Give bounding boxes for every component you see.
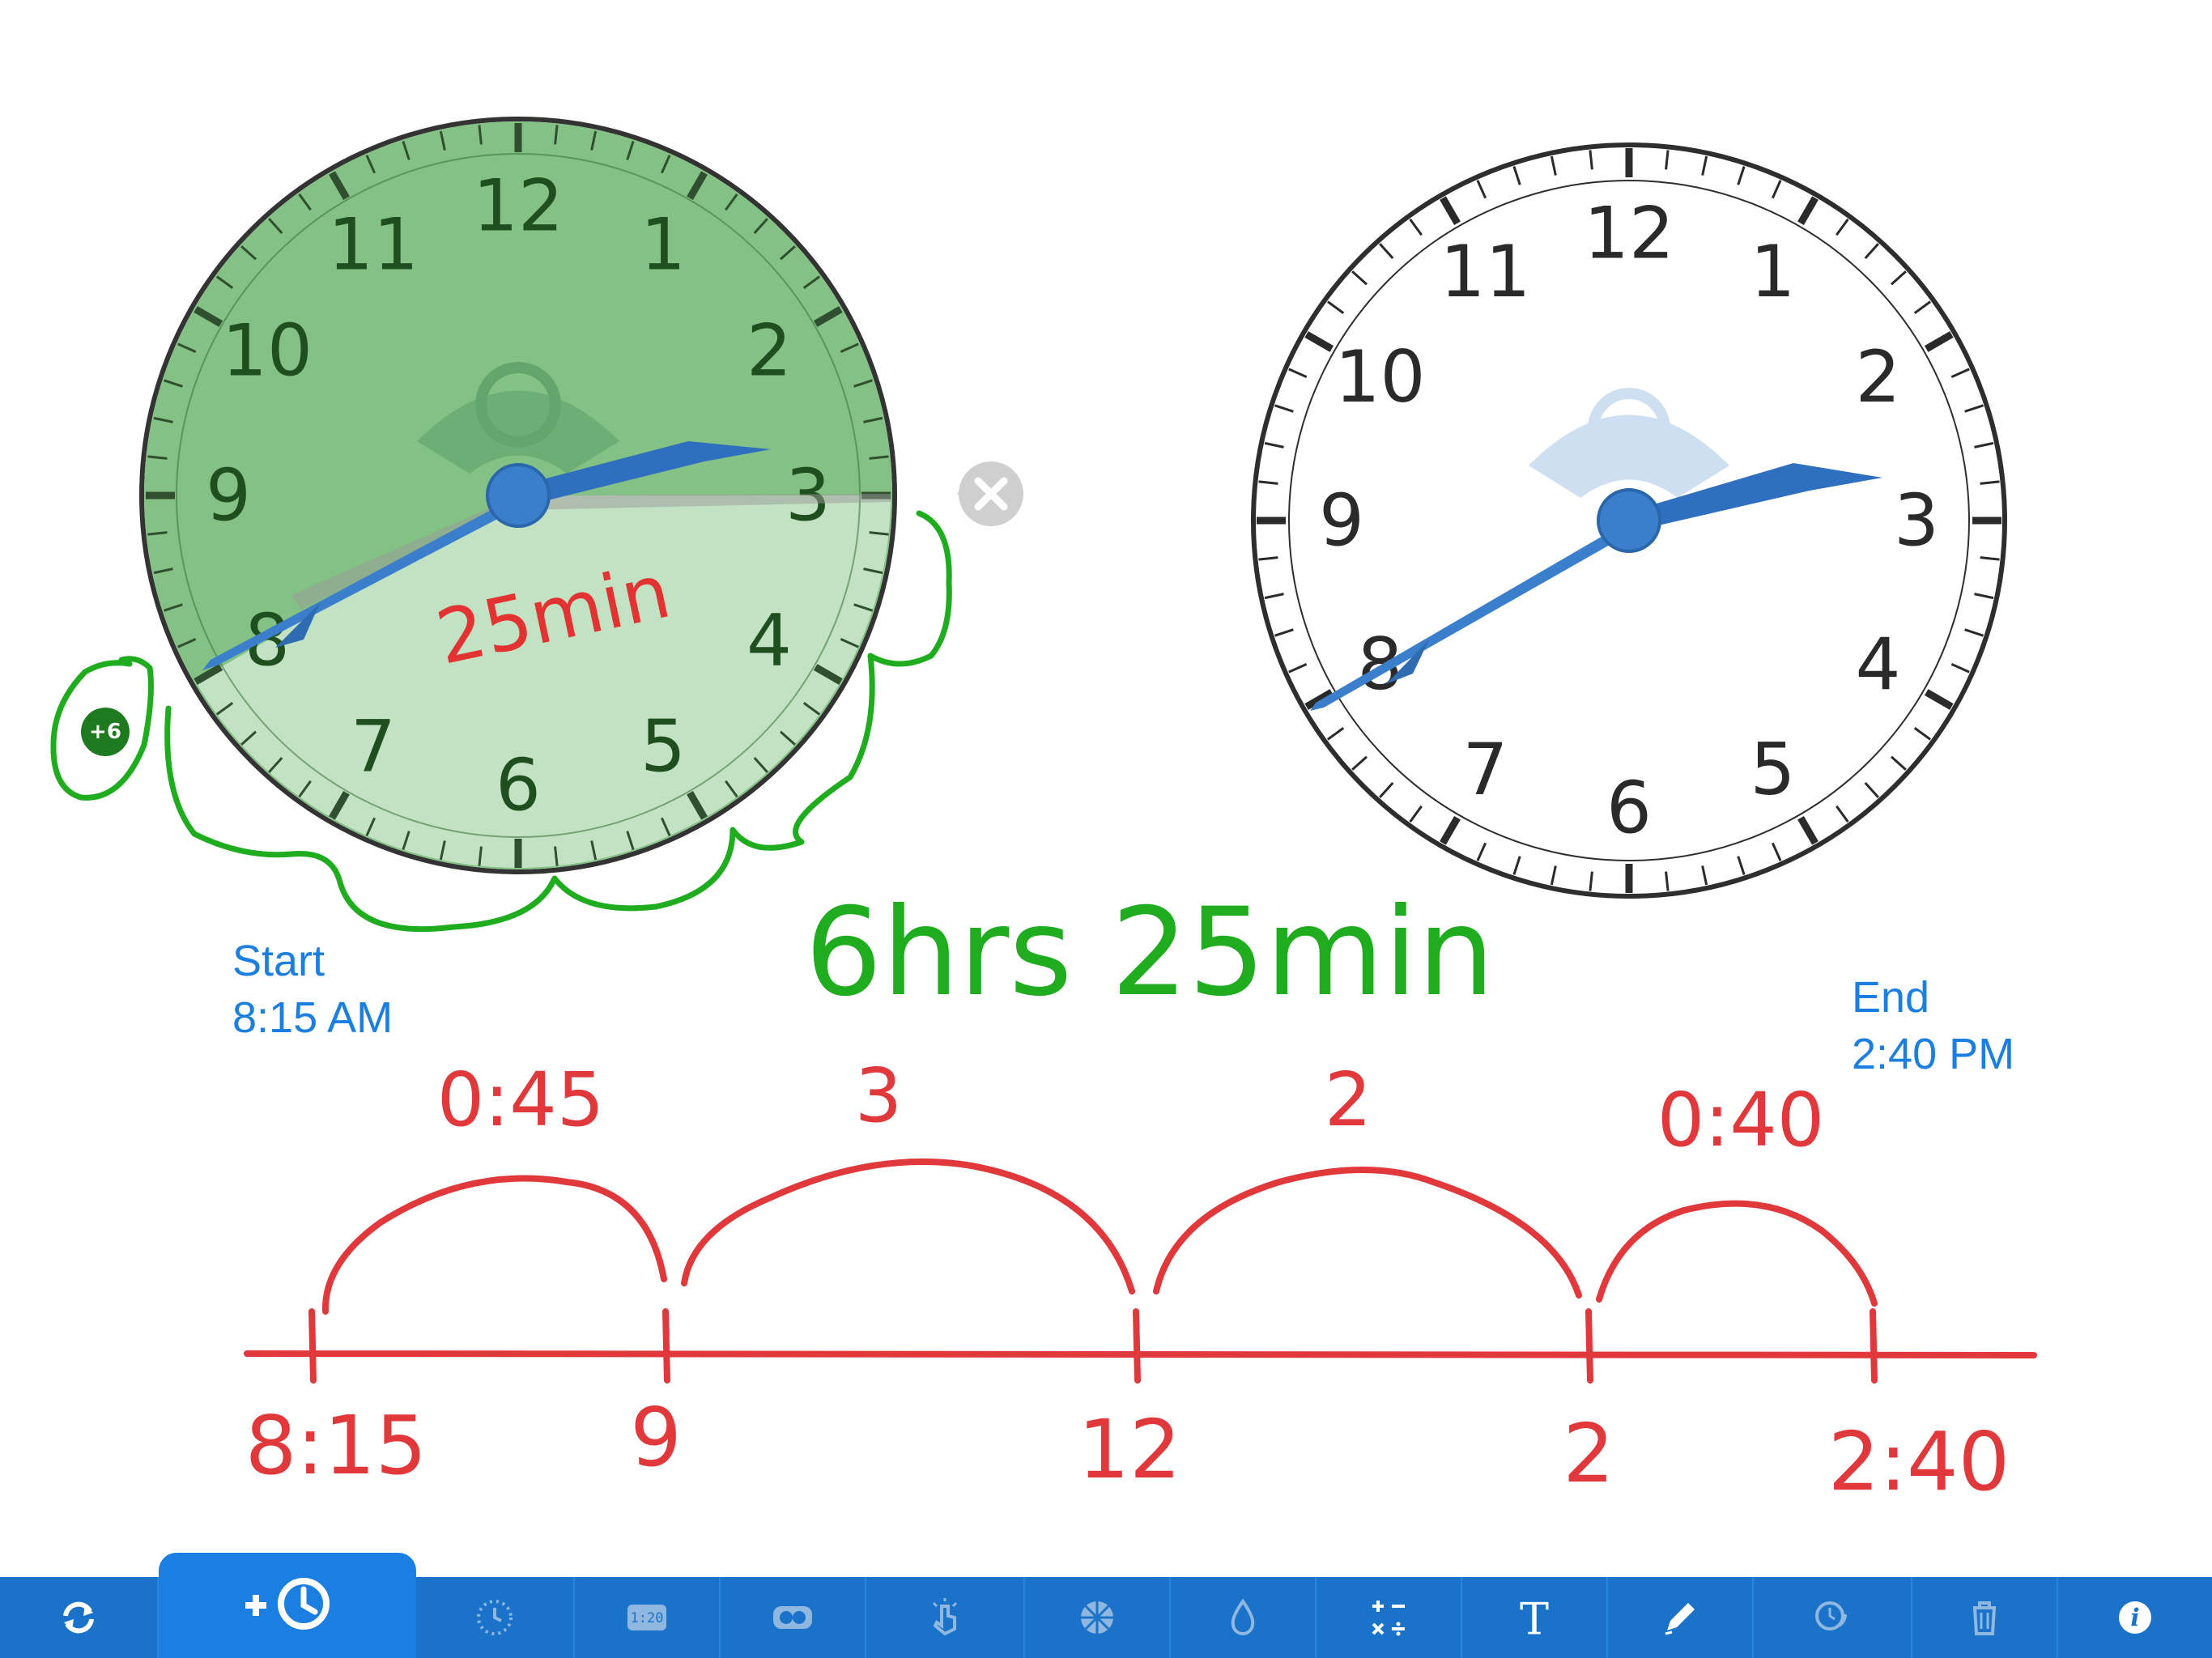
gesture-button[interactable] <box>866 1577 1025 1658</box>
jump-label: 2 <box>1325 1056 1372 1143</box>
clock-number: 1 <box>1750 230 1796 313</box>
clock-number: 6 <box>1606 767 1652 850</box>
hour-offset-badge[interactable]: +6 <box>81 708 130 756</box>
number-line-tick <box>1585 1308 1593 1384</box>
digital-clock-button[interactable]: 1:20 <box>575 1577 721 1658</box>
total-elapsed-label: 6hrs 25min <box>805 882 1495 1023</box>
svg-text:i: i <box>2130 1605 2139 1633</box>
end-title: End <box>1852 973 1930 1022</box>
clock-number: 1 <box>640 202 686 286</box>
clock-dotted-icon <box>477 1600 513 1635</box>
number-line-tick <box>1870 1308 1878 1384</box>
svg-text:1:20: 1:20 <box>631 1610 664 1626</box>
jump-label: 3 <box>855 1052 903 1139</box>
info-button[interactable]: i <box>2058 1577 2212 1658</box>
number-line-tick <box>662 1308 670 1384</box>
operations-button[interactable] <box>1317 1577 1462 1658</box>
hand-pivot <box>486 463 551 528</box>
clock-number: 9 <box>1319 479 1364 563</box>
clock-number: 6 <box>496 744 541 827</box>
pen-icon <box>1665 1603 1695 1635</box>
start-label: Start 8:15 AM <box>232 933 393 1046</box>
info-icon: i <box>2119 1601 2151 1634</box>
number-line-tick <box>1133 1308 1141 1384</box>
clock-number: 4 <box>1855 623 1900 706</box>
svg-text:T: T <box>1520 1594 1549 1643</box>
refresh-button[interactable] <box>0 1577 159 1658</box>
clock-number: 10 <box>1335 335 1426 419</box>
end-clock[interactable]: 12 1234567891011 <box>1251 142 2007 899</box>
pie-icon <box>1081 1601 1113 1634</box>
math-operators-icon <box>1372 1601 1405 1636</box>
end-label: End 2:40 PM <box>1852 969 2014 1082</box>
toggle-icon <box>773 1606 812 1629</box>
trash-icon <box>1973 1601 1996 1635</box>
tick-label: 12 <box>1078 1402 1180 1497</box>
text-tool-button[interactable]: T <box>1462 1577 1608 1658</box>
fraction-wheel-button[interactable] <box>1025 1577 1171 1658</box>
clock-number: 10 <box>222 309 313 393</box>
clock-number: 7 <box>351 705 396 789</box>
add-clock-icon <box>245 1578 330 1630</box>
start-title: Start <box>232 937 325 985</box>
clock-number: 11 <box>328 202 419 286</box>
clock-number: 3 <box>1894 479 1939 563</box>
start-time: 8:15 AM <box>232 993 393 1042</box>
tick-label: 2 <box>1563 1406 1614 1501</box>
pen-tool-button[interactable] <box>1608 1577 1754 1658</box>
jump-label: 0:40 <box>1657 1077 1825 1163</box>
tick-label: 8:15 <box>245 1398 428 1493</box>
workspace-canvas[interactable]: 121234567891011 +6 25min <box>0 0 2212 1658</box>
clock-face-button[interactable] <box>416 1577 575 1658</box>
elapsed-clock-icon <box>1815 1601 1848 1630</box>
text-icon: T <box>1520 1594 1549 1643</box>
number-line-tick <box>308 1308 317 1384</box>
clock-number: 4 <box>747 599 792 682</box>
droplet-icon <box>1231 1598 1255 1635</box>
clock-number: 2 <box>1855 335 1900 419</box>
number-line <box>244 1158 2037 1384</box>
elapsed-time-button[interactable] <box>1754 1577 1912 1658</box>
start-clock[interactable]: 121234567891011 +6 25min <box>81 117 1023 874</box>
tick-label: 2:40 <box>1828 1414 2010 1509</box>
clock-number: 2 <box>747 309 792 393</box>
hand-pivot <box>1597 488 1661 553</box>
toggle-button[interactable] <box>721 1577 866 1658</box>
add-clock-button[interactable] <box>159 1553 416 1658</box>
trash-button[interactable] <box>1912 1577 2058 1658</box>
clock-number: 5 <box>1750 728 1796 811</box>
refresh-icon <box>63 1601 94 1634</box>
jump-label: 0:45 <box>437 1056 605 1143</box>
clock-number: 7 <box>1463 728 1508 811</box>
clock-number: 11 <box>1440 230 1531 313</box>
clock-number: 12 <box>473 164 564 248</box>
tick-label: 9 <box>630 1390 682 1485</box>
svg-text:+6: +6 <box>89 720 121 744</box>
tap-icon <box>932 1598 958 1636</box>
end-time: 2:40 PM <box>1852 1030 2015 1078</box>
color-fill-button[interactable] <box>1171 1577 1317 1658</box>
clock-number: 5 <box>640 705 686 789</box>
close-icon[interactable] <box>957 461 1023 526</box>
clock-number: 12 <box>1584 192 1674 275</box>
digital-display-icon: 1:20 <box>627 1605 666 1630</box>
clock-number: 9 <box>206 454 251 538</box>
